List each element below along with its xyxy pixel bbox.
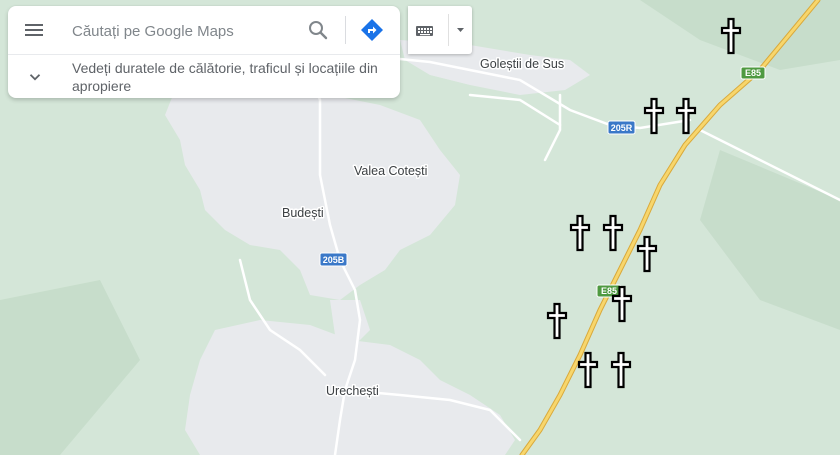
svg-text:E85: E85 xyxy=(601,286,617,296)
place-label-budesti[interactable]: Budești xyxy=(281,205,326,222)
search-panel: Vedeți duratele de călătorie, traficul ș… xyxy=(8,6,400,98)
search-row xyxy=(8,6,400,55)
chevron-down-icon xyxy=(29,74,41,81)
road-shield-205b: 205B xyxy=(319,252,348,267)
expand-suggestions-text: Vedeți duratele de călătorie, traficul ș… xyxy=(72,60,378,94)
search-input[interactable] xyxy=(70,18,304,44)
search-button[interactable] xyxy=(306,18,330,42)
svg-text:205B: 205B xyxy=(323,255,345,265)
svg-text:205R: 205R xyxy=(611,123,633,133)
input-tools-dropdown[interactable] xyxy=(449,6,472,54)
directions-icon xyxy=(361,19,383,41)
menu-button[interactable] xyxy=(22,18,46,42)
svg-text:E85: E85 xyxy=(745,68,761,78)
input-tools-panel xyxy=(408,6,472,54)
place-label-valea[interactable]: Valea Cotești xyxy=(353,163,429,180)
caret-down-icon xyxy=(457,28,464,32)
keyboard-icon xyxy=(416,26,433,36)
search-divider xyxy=(345,16,346,44)
search-icon xyxy=(309,21,328,40)
keyboard-button[interactable] xyxy=(408,6,448,54)
place-label-golestii[interactable]: Goleștii de Sus xyxy=(479,56,566,73)
directions-button[interactable] xyxy=(360,18,384,42)
place-label-urechesti[interactable]: Urechești xyxy=(325,383,381,400)
road-shield-205r: 205R xyxy=(607,120,636,135)
expand-suggestions-row[interactable]: Vedeți duratele de călătorie, traficul ș… xyxy=(8,55,400,98)
hamburger-icon xyxy=(25,24,43,36)
road-shield-e85-top: E85 xyxy=(740,66,766,80)
